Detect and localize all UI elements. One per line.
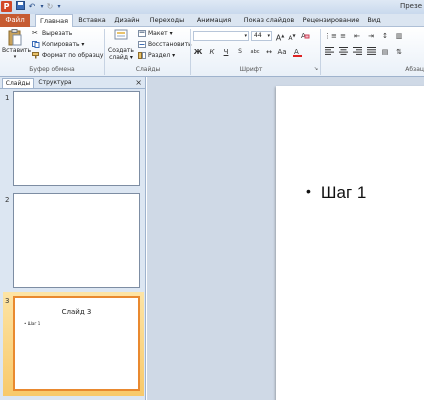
text-direction-icon[interactable]: ⇅ — [394, 47, 404, 57]
tab-home[interactable]: Главная — [35, 14, 73, 28]
copy-label: Копировать — [42, 41, 80, 48]
bullets-icon[interactable]: ⋮≡ — [324, 31, 337, 41]
shrink-font-button[interactable]: A▼ — [287, 31, 297, 42]
customize-qat-icon[interactable]: ▾ — [54, 1, 64, 12]
tab-view[interactable]: Вид — [366, 14, 382, 27]
columns-icon[interactable]: ▥ — [394, 31, 404, 41]
cut-label: Вырезать — [42, 30, 73, 37]
font-color-icon[interactable]: A — [292, 47, 302, 57]
layout-label: Макет — [148, 30, 168, 37]
font-group-label: Шрифт — [239, 66, 263, 73]
current-slide[interactable]: • Шаг 1 — [276, 86, 424, 400]
save-icon[interactable] — [15, 1, 25, 12]
group-divider — [190, 29, 191, 75]
window-title: Презе — [399, 2, 422, 10]
paste-icon — [8, 29, 22, 46]
grow-font-button[interactable]: A▲ — [275, 31, 285, 43]
clipboard-group-label: Буфер обмена — [29, 66, 75, 73]
ribbon-tabs: Файл Главная Вставка Дизайн Переходы Ани… — [0, 14, 424, 28]
brush-icon — [32, 52, 40, 59]
tab-design[interactable]: Дизайн — [112, 14, 142, 27]
paste-button[interactable]: Вставить ▾ — [2, 29, 32, 60]
tab-transitions[interactable]: Переходы — [146, 14, 188, 27]
slide-bullet-item[interactable]: • Шаг 1 — [306, 183, 366, 203]
tab-review[interactable]: Рецензирование — [300, 14, 362, 27]
align-center-icon[interactable] — [338, 47, 348, 57]
numbering-icon[interactable]: ≡ — [338, 31, 348, 41]
format-painter-button[interactable]: Формат по образцу — [32, 51, 103, 60]
slide-number: 1 — [5, 94, 10, 102]
paste-label: Вставить — [2, 47, 32, 54]
powerpoint-logo-icon[interactable]: P — [1, 1, 12, 12]
svg-text:A: A — [294, 48, 299, 56]
increase-indent-icon[interactable]: ⇥ — [366, 31, 376, 41]
line-spacing-icon[interactable]: ↕ — [380, 31, 390, 41]
copy-icon — [32, 41, 40, 48]
reset-label: Восстановить — [148, 41, 192, 48]
bullet-icon: • — [306, 183, 311, 199]
slides-group-label: Слайды — [135, 66, 161, 73]
title-bar: P ↶ ▾ ↻ ▾ Презе — [0, 0, 424, 14]
panel-divider — [0, 88, 146, 89]
clear-format-icon[interactable]: A — [300, 31, 310, 41]
thumbnail-bullet: • Шаг 1 — [24, 321, 41, 326]
group-divider — [320, 29, 321, 75]
font-family-select[interactable]: ▾ — [193, 31, 249, 41]
char-spacing-icon[interactable]: ↔ — [264, 47, 274, 57]
font-size-value: 44 — [254, 32, 262, 39]
reset-icon — [138, 41, 146, 48]
slide-thumbnail-2[interactable] — [13, 193, 140, 288]
tab-animation[interactable]: Анимация — [193, 14, 235, 27]
section-button[interactable]: Раздел ▾ — [138, 51, 175, 60]
layout-icon — [138, 30, 146, 37]
layout-button[interactable]: Макет ▾ — [138, 29, 173, 38]
thumbnail-title: Слайд 3 — [61, 308, 92, 316]
group-divider — [104, 29, 105, 75]
slide-thumbnail-3[interactable]: Слайд 3 • Шаг 1 — [13, 296, 140, 391]
strikethrough-button[interactable]: S — [235, 47, 245, 57]
paragraph-group-label: Абзац — [405, 66, 424, 73]
tab-slides[interactable]: Слайды — [2, 78, 34, 88]
tab-slideshow[interactable]: Показ слайдов — [240, 14, 298, 27]
tab-file[interactable]: Файл — [0, 14, 30, 27]
ribbon: Вставить ▾ ✂ Вырезать Копировать ▾ Формат… — [0, 27, 424, 77]
section-label: Раздел — [148, 52, 171, 59]
font-size-select[interactable]: 44 ▾ — [251, 31, 272, 41]
section-icon — [138, 52, 146, 59]
scissors-icon: ✂ — [32, 29, 38, 37]
new-slide-label: Создать — [108, 47, 134, 54]
decrease-indent-icon[interactable]: ⇤ — [352, 31, 362, 41]
justify-icon[interactable] — [366, 47, 376, 57]
italic-button[interactable]: К — [207, 47, 217, 57]
slide-thumbnail-1[interactable] — [13, 91, 140, 186]
tab-insert[interactable]: Вставка — [76, 14, 108, 27]
underline-button[interactable]: Ч — [221, 47, 231, 57]
bold-button[interactable]: Ж — [193, 47, 203, 57]
slide-number: 2 — [5, 196, 10, 204]
new-slide-button[interactable]: Создать слайд ▾ — [107, 29, 135, 61]
align-left-icon[interactable] — [324, 47, 334, 57]
slide-number: 3 — [5, 297, 10, 305]
close-icon[interactable]: × — [135, 78, 142, 87]
paste-dropdown-icon[interactable]: ▾ — [2, 54, 28, 60]
change-case-icon[interactable]: Aa — [277, 47, 287, 57]
undo-icon[interactable]: ↶ — [27, 1, 37, 12]
new-slide-label-2: слайд — [109, 54, 128, 61]
distributed-icon[interactable]: ▤ — [380, 47, 390, 57]
new-slide-icon — [114, 29, 128, 46]
text-shadow-button[interactable]: abc — [249, 47, 261, 57]
slide-bullet-text[interactable]: Шаг 1 — [321, 183, 366, 202]
copy-button[interactable]: Копировать ▾ — [32, 40, 84, 49]
tab-outline[interactable]: Структура — [36, 78, 74, 88]
reset-button[interactable]: Восстановить — [138, 40, 192, 49]
align-right-icon[interactable] — [352, 47, 362, 57]
format-painter-label: Формат по образцу — [42, 52, 104, 59]
slide-editor-area: • Шаг 1 — [147, 77, 424, 400]
cut-button[interactable]: ✂ Вырезать — [32, 29, 72, 38]
